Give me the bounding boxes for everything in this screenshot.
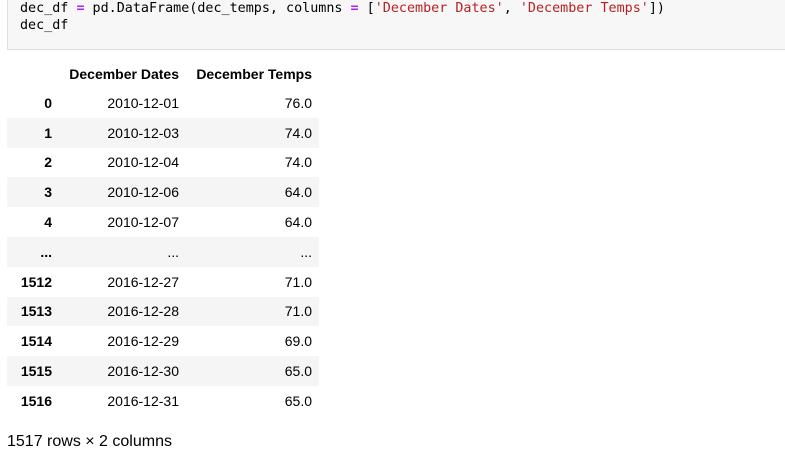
table-row: 4 2010-12-07 64.0 (7, 207, 319, 237)
row-index: 1515 (20, 363, 52, 380)
cell-temp: 69.0 (284, 333, 312, 350)
cell-date: 2010-12-03 (107, 124, 179, 141)
cell-temp: 76.0 (284, 94, 312, 111)
cell-date: 2016-12-31 (107, 392, 179, 409)
code-list-open: [ (358, 1, 375, 16)
cell-date: 2016-12-28 (107, 303, 179, 320)
cell-temp: 71.0 (284, 303, 312, 320)
index-header (7, 59, 52, 88)
cell-temp: ... (300, 243, 312, 260)
code-call: pd.DataFrame(dec_temps, columns (84, 1, 351, 16)
table-row: 0 2010-12-01 76.0 (7, 88, 319, 118)
code-kwarg-op: = (350, 1, 359, 16)
code-list-close: ]) (648, 1, 665, 16)
cell-temp: 64.0 (284, 184, 312, 201)
table-row: 1516 2016-12-31 65.0 (7, 386, 319, 416)
cell-date: 2010-12-07 (107, 214, 179, 231)
table-row: 1 2010-12-03 74.0 (7, 117, 319, 148)
row-index: 3 (44, 184, 52, 201)
cell-date: 2010-12-04 (107, 154, 179, 171)
table-row: ......... (7, 236, 319, 267)
table-row: 1512 2016-12-27 71.0 (7, 267, 319, 297)
table-row: 1514 2016-12-29 69.0 (7, 326, 319, 356)
row-index: ... (40, 243, 52, 260)
cell-date: 2016-12-27 (107, 273, 179, 290)
cell-date: 2016-12-29 (107, 333, 179, 350)
row-index: 1516 (20, 392, 52, 409)
dataframe-shape: 1517 rows × 2 columns (7, 433, 172, 450)
table-row: 3 2010-12-06 64.0 (7, 177, 319, 208)
table-header-row: December Dates December Temps (7, 59, 319, 88)
cell-temp: 74.0 (284, 154, 312, 171)
table-row: 2 2010-12-04 74.0 (7, 148, 319, 178)
code-var: dec_df (20, 1, 77, 16)
row-index: 4 (44, 214, 52, 231)
cell-temp: 71.0 (284, 273, 312, 290)
cell-date: 2016-12-30 (107, 363, 179, 380)
code-cell[interactable]: dec_df = pd.DataFrame(dec_temps, columns… (7, 0, 785, 50)
column-header-dates: December Dates (69, 65, 179, 82)
cell-temp: 74.0 (284, 124, 312, 141)
cell-date: ... (167, 243, 179, 260)
cell-temp: 65.0 (284, 363, 312, 380)
code-line-2: dec_df (20, 18, 69, 33)
cell-temp: 64.0 (284, 214, 312, 231)
table-row: 1513 2016-12-28 71.0 (7, 296, 319, 327)
table-row: 1515 2016-12-30 65.0 (7, 356, 319, 386)
cell-temp: 65.0 (284, 392, 312, 409)
code-string-dates: 'December Dates' (374, 1, 504, 16)
code-string-temps: 'December Temps' (519, 1, 649, 16)
row-index: 1514 (20, 333, 52, 350)
cell-date: 2010-12-06 (107, 184, 179, 201)
row-index: 2 (44, 154, 52, 171)
cell-date: 2010-12-01 (107, 94, 179, 111)
row-index: 1513 (20, 303, 52, 320)
code-line-1: dec_df = pd.DataFrame(dec_temps, columns… (20, 0, 665, 17)
row-index: 1 (44, 124, 52, 141)
dataframe-table: December Dates December Temps 0 2010-12-0… (7, 59, 319, 416)
row-index: 0 (44, 94, 52, 111)
row-index: 1512 (20, 273, 52, 290)
code-comma: , (503, 1, 520, 16)
code-assign-op: = (76, 1, 85, 16)
column-header-temps: December Temps (196, 65, 312, 82)
